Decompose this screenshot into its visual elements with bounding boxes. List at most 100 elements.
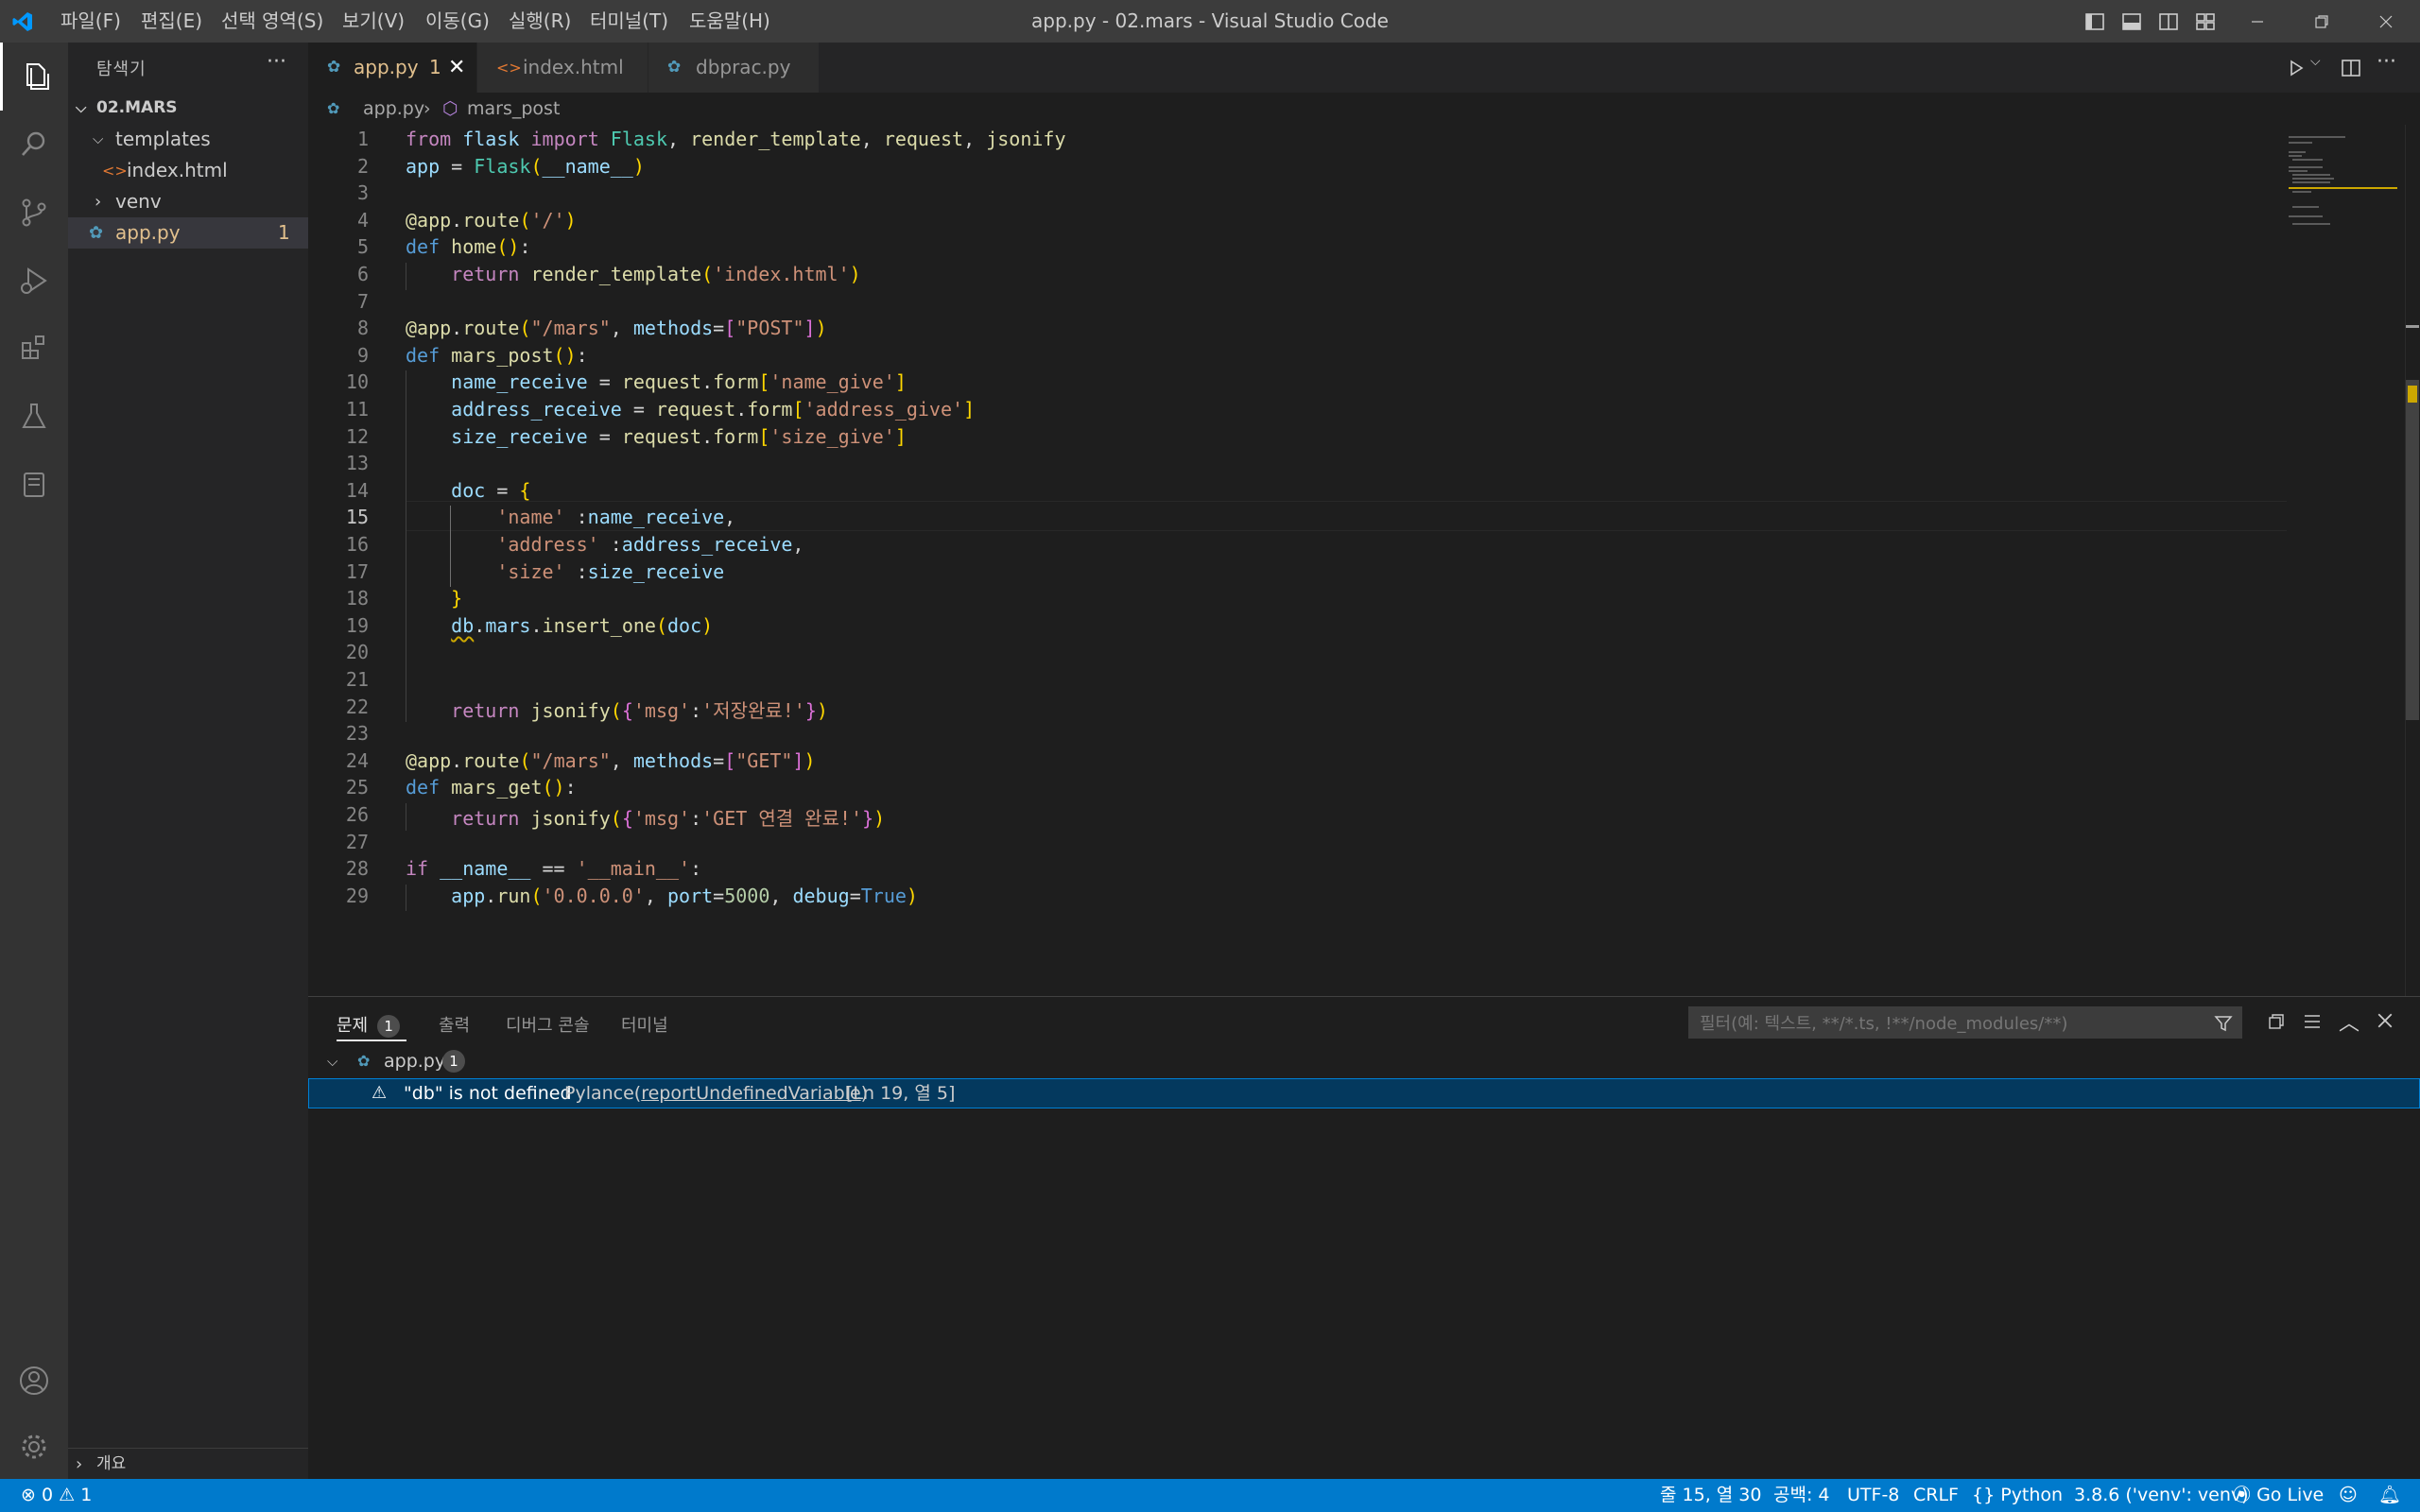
problem-row[interactable]: ⚠ "db" is not defined Pylance(reportUnde…: [308, 1078, 2420, 1108]
chevron-down-icon: ⌵: [76, 99, 87, 116]
code-line[interactable]: def home():: [406, 235, 530, 258]
python-file-icon: ✿: [667, 58, 682, 77]
editor-scrollbar[interactable]: [2405, 125, 2419, 996]
problems-status[interactable]: ⊗ 0 ⚠ 1: [21, 1479, 92, 1512]
tab-terminal[interactable]: 터미널: [621, 1012, 668, 1037]
code-line[interactable]: 'size' :size_receive: [406, 560, 724, 583]
run-icon[interactable]: [2286, 58, 2307, 78]
remote-explorer-button[interactable]: [0, 451, 68, 519]
menu-file[interactable]: 파일(F): [60, 0, 121, 43]
manage-button[interactable]: [0, 1413, 68, 1481]
problems-filter[interactable]: [1688, 1006, 2242, 1040]
code-line[interactable]: return render_template('index.html'): [406, 263, 861, 285]
tab-index-html[interactable]: <> index.html: [477, 43, 648, 93]
breadcrumb-symbol[interactable]: mars_post: [467, 93, 560, 125]
language-mode[interactable]: {} Python: [1972, 1479, 2063, 1512]
more-actions-icon[interactable]: ···: [2377, 50, 2396, 74]
tab-debug-console[interactable]: 디버그 콘솔: [506, 1012, 590, 1037]
code-line[interactable]: def mars_get():: [406, 776, 577, 799]
menu-terminal[interactable]: 터미널(T): [590, 0, 668, 43]
breadcrumb-file[interactable]: app.py: [363, 93, 424, 125]
testing-button[interactable]: [0, 383, 68, 451]
menu-view[interactable]: 보기(V): [342, 0, 405, 43]
filter-icon[interactable]: [2214, 1014, 2233, 1033]
minimize-button[interactable]: [2229, 0, 2286, 43]
extensions-button[interactable]: [0, 315, 68, 383]
tree-item-templates[interactable]: ⌵ templates: [68, 124, 308, 155]
tab-problems[interactable]: 문제 1: [337, 1012, 401, 1038]
chevron-right-icon: ›: [95, 192, 102, 212]
code-line[interactable]: app = Flask(__name__): [406, 155, 645, 178]
maximize-panel-icon[interactable]: ︿: [2339, 1006, 2360, 1037]
source-control-button[interactable]: [0, 179, 68, 247]
more-actions-icon[interactable]: ···: [267, 50, 286, 74]
encoding[interactable]: UTF-8: [1847, 1479, 1899, 1512]
line-ending[interactable]: CRLF: [1913, 1479, 1959, 1512]
tab-app-py[interactable]: ✿ app.py 1 ✕: [308, 43, 477, 93]
code-line[interactable]: address_receive = request.form['address_…: [406, 398, 975, 421]
python-interpreter[interactable]: 3.8.6 ('venv': venv): [2074, 1479, 2249, 1512]
menu-go[interactable]: 이동(G): [425, 0, 490, 43]
code-line[interactable]: return jsonify({'msg':'저장완료!'}): [406, 696, 828, 723]
code-line[interactable]: 'address' :address_receive,: [406, 533, 804, 556]
problem-file-row[interactable]: ⌵ ✿ app.py 1: [308, 1046, 2420, 1076]
minimap[interactable]: [2289, 125, 2397, 996]
explorer-button[interactable]: [0, 43, 68, 111]
folder-root[interactable]: ⌵ 02.MARS: [68, 93, 308, 124]
menu-help[interactable]: 도움말(H): [689, 0, 770, 43]
code-line[interactable]: def mars_post():: [406, 344, 588, 367]
toggle-secondary-sidebar-icon[interactable]: [2158, 11, 2179, 32]
collapse-all-icon[interactable]: [2267, 1012, 2286, 1031]
tab-output[interactable]: 출력: [439, 1012, 470, 1037]
files-icon: [26, 63, 49, 90]
line-number: 14: [345, 478, 369, 502]
toggle-primary-sidebar-icon[interactable]: [2084, 11, 2105, 32]
customize-layout-icon[interactable]: [2195, 11, 2216, 32]
go-live[interactable]: ⦿ Go Live: [2233, 1479, 2324, 1512]
menu-selection[interactable]: 선택 영역(S): [221, 0, 323, 43]
code-line[interactable]: return jsonify({'msg':'GET 연결 완료!'}): [406, 803, 885, 831]
problem-code-link[interactable]: reportUndefinedVariable: [641, 1083, 860, 1104]
split-editor-icon[interactable]: [2341, 58, 2361, 78]
menu-edit[interactable]: 편집(E): [141, 0, 202, 43]
restore-button[interactable]: [2293, 0, 2350, 43]
indentation[interactable]: 공백: 4: [1773, 1479, 1830, 1512]
close-window-button[interactable]: [2358, 0, 2414, 43]
search-button[interactable]: [0, 111, 68, 179]
line-number: 21: [345, 668, 369, 691]
code-line[interactable]: name_receive = request.form['name_give']: [406, 370, 907, 393]
tree-item-app-py[interactable]: ✿ app.py 1: [68, 217, 308, 249]
close-tab-icon[interactable]: ✕: [448, 43, 465, 93]
code-line[interactable]: doc = {: [406, 479, 530, 502]
code-line[interactable]: from flask import Flask, render_template…: [406, 128, 1066, 150]
code-line[interactable]: @app.route("/mars", methods=["GET"]): [406, 749, 816, 772]
scrollbar-thumb[interactable]: [2406, 380, 2419, 720]
code-line[interactable]: @app.route('/'): [406, 209, 577, 232]
filter-input[interactable]: [1698, 1006, 2174, 1040]
code-line[interactable]: if __name__ == '__main__':: [406, 857, 701, 880]
feedback-icon[interactable]: ☺: [2339, 1479, 2358, 1512]
code-line[interactable]: 'name' :name_receive,: [406, 506, 735, 528]
code-line[interactable]: }: [406, 587, 462, 610]
tree-item-venv[interactable]: › venv: [68, 186, 308, 217]
notifications-bell-icon[interactable]: 🔔︎: [2378, 1479, 2401, 1512]
view-as-list-icon[interactable]: [2303, 1012, 2322, 1031]
accounts-button[interactable]: [0, 1347, 68, 1415]
code-line[interactable]: @app.route("/mars", methods=["POST"]): [406, 317, 827, 339]
tree-item-index-html[interactable]: <> index.html: [68, 155, 308, 186]
run-debug-button[interactable]: [0, 247, 68, 315]
line-number: 23: [345, 722, 369, 746]
code-line[interactable]: app.run('0.0.0.0', port=5000, debug=True…: [406, 885, 918, 907]
code-line[interactable]: size_receive = request.form['size_give']: [406, 425, 907, 448]
chevron-down-icon[interactable]: ⌵: [2310, 54, 2321, 69]
menu-run[interactable]: 실행(R): [509, 0, 571, 43]
line-number: 4: [356, 208, 369, 232]
cursor-position[interactable]: 줄 15, 열 30: [1660, 1479, 1761, 1512]
code-editor[interactable]: 1 from flask import Flask, render_templat…: [308, 125, 2420, 996]
code-line[interactable]: db.mars.insert_one(doc): [406, 614, 713, 637]
close-panel-icon[interactable]: [2377, 1012, 2394, 1029]
outline-section[interactable]: › 개요: [68, 1448, 308, 1480]
tab-dbprac-py[interactable]: ✿ dbprac.py: [648, 43, 820, 93]
line-number: 15: [345, 506, 369, 529]
toggle-panel-icon[interactable]: [2121, 11, 2142, 32]
